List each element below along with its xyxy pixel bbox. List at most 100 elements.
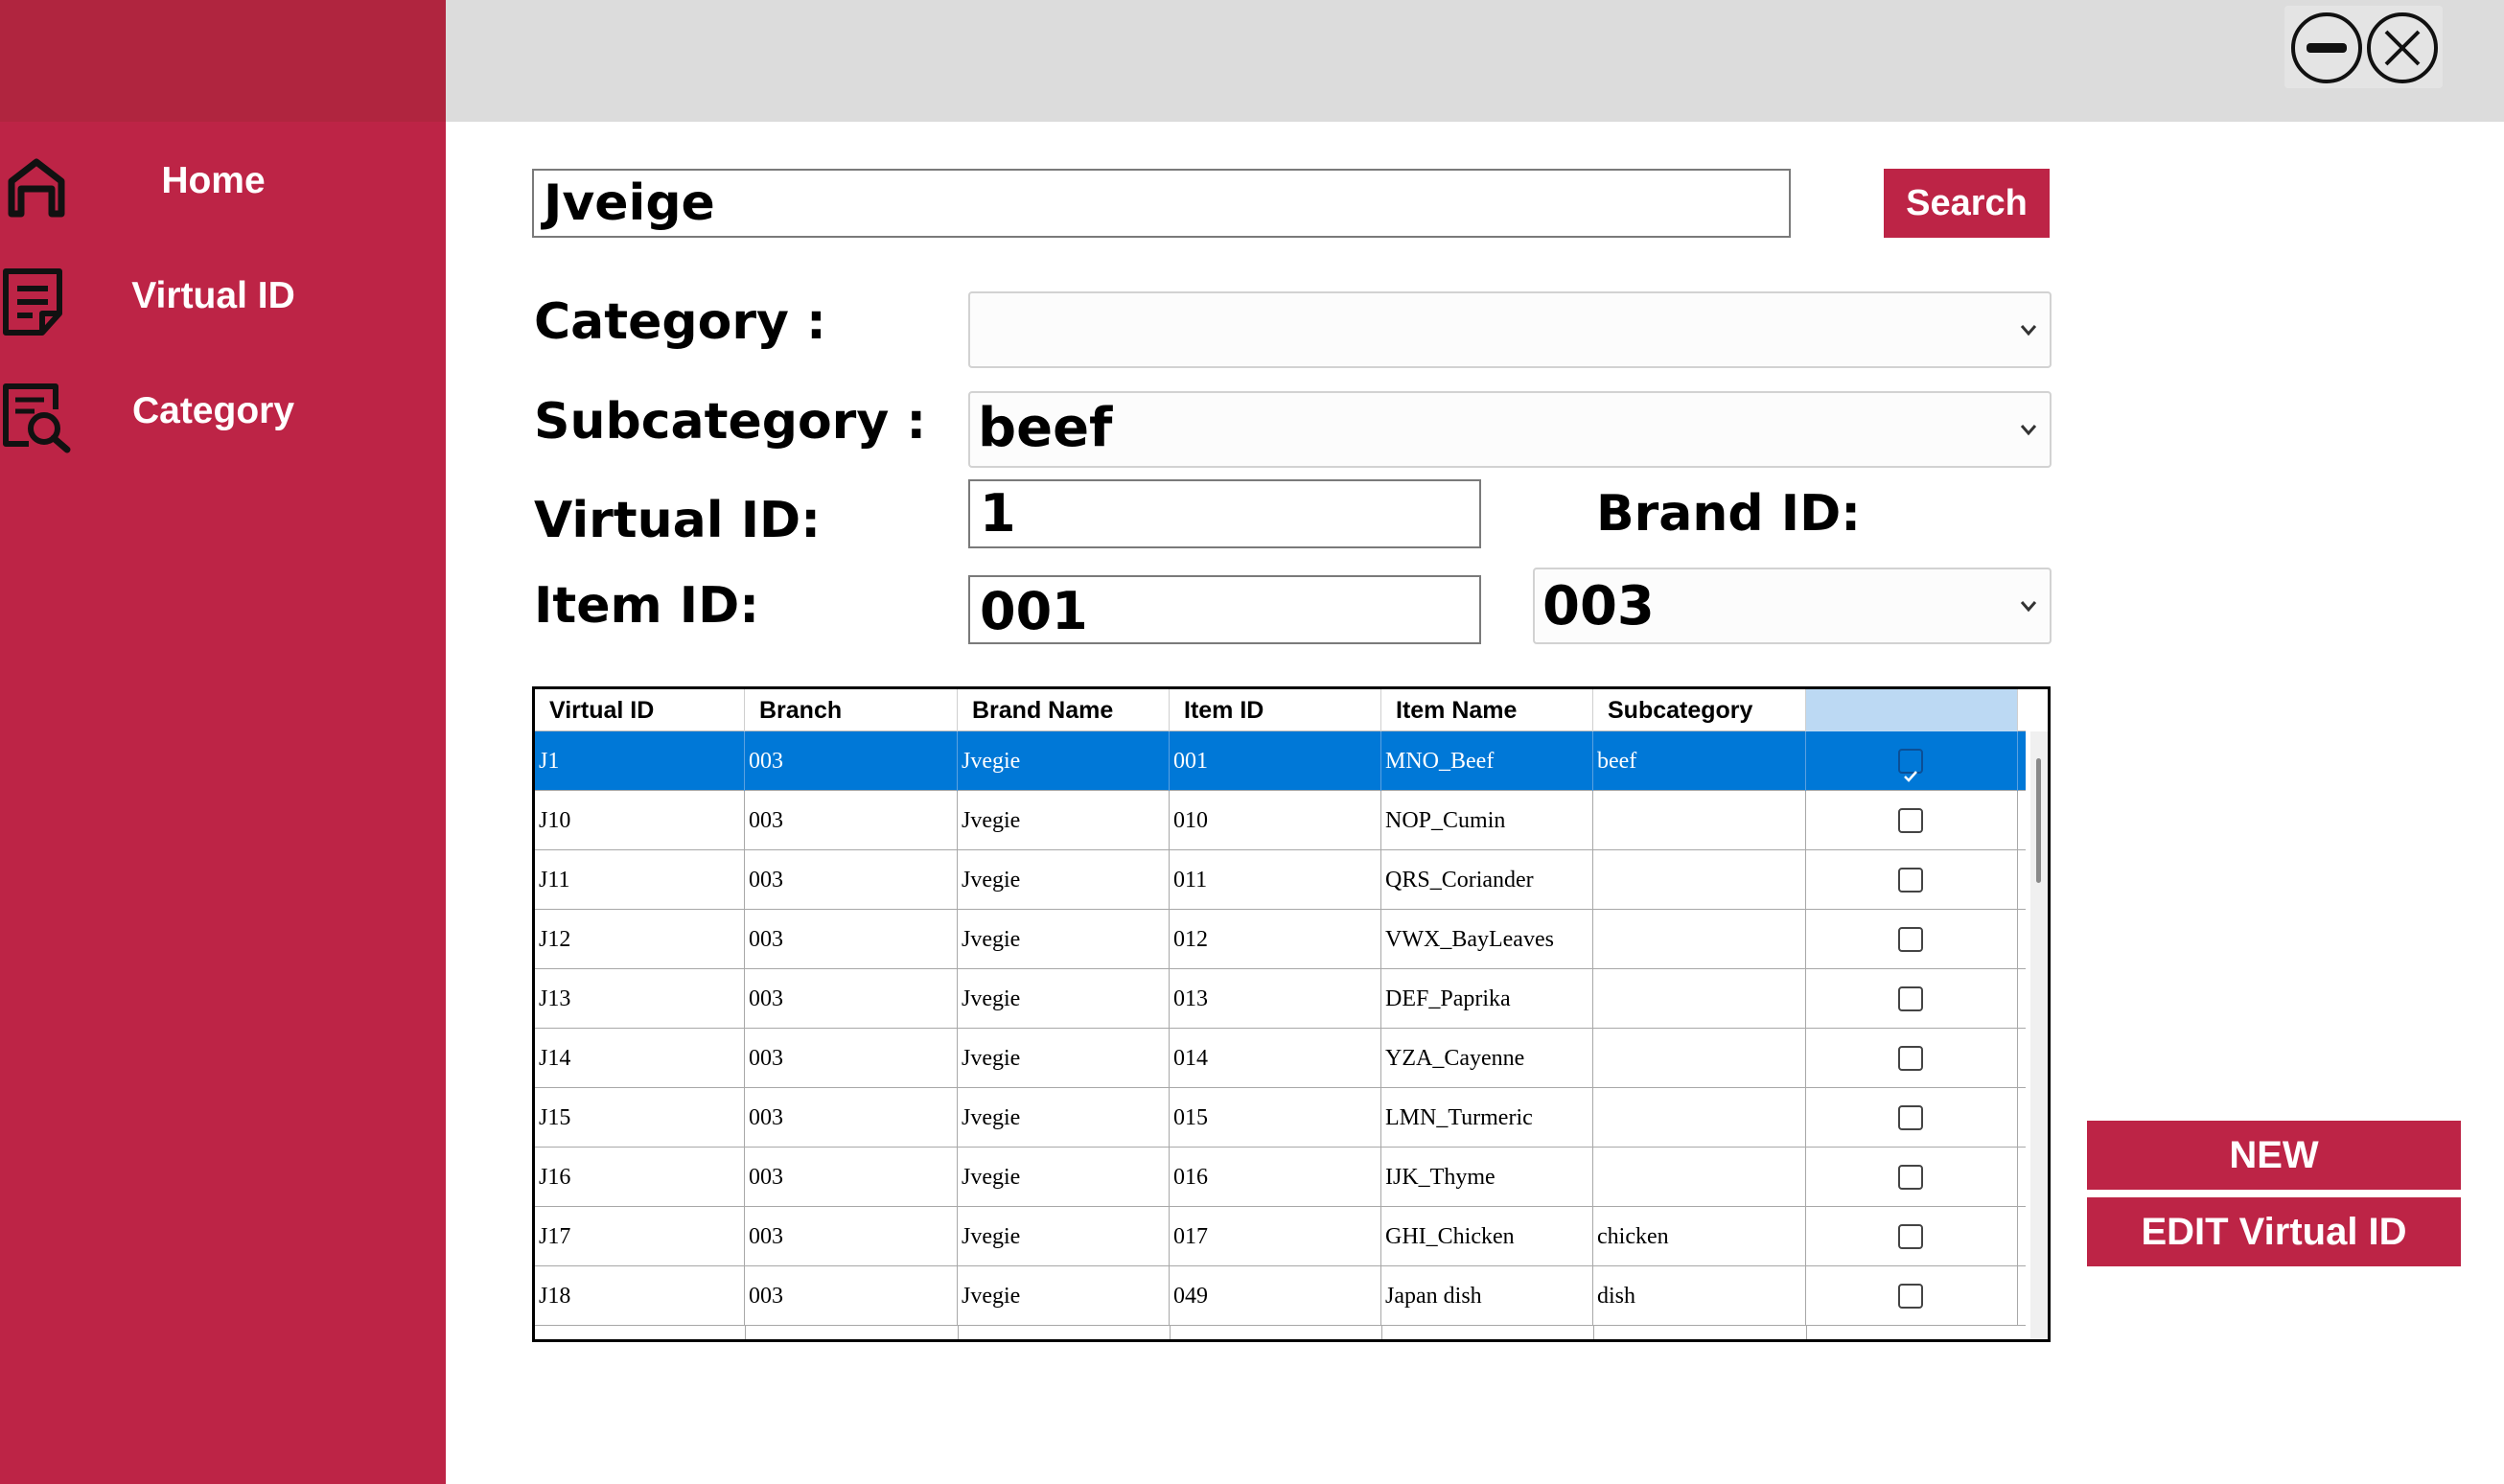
cell-item-name[interactable]: IJK_Thyme (1381, 1148, 1593, 1207)
cell-item-name[interactable]: VWX_BayLeaves (1381, 910, 1593, 969)
cell-branch[interactable]: 003 (745, 1088, 958, 1148)
column-header-select[interactable] (1806, 689, 2018, 731)
cell-item-id[interactable]: 010 (1170, 791, 1381, 850)
cell-brand-name[interactable]: Jvegie (958, 1029, 1170, 1088)
column-header-item-id[interactable]: Item ID (1170, 689, 1381, 731)
column-header-item-name[interactable]: Item Name (1381, 689, 1593, 731)
cell-subcategory[interactable] (1593, 1029, 1806, 1088)
cell-subcategory[interactable] (1593, 910, 1806, 969)
cell-subcategory[interactable] (1593, 969, 1806, 1029)
new-button[interactable]: NEW (2087, 1121, 2461, 1190)
table-scrollbar[interactable] (2030, 731, 2048, 1339)
cell-item-id[interactable]: 012 (1170, 910, 1381, 969)
table-row[interactable]: J15 003 Jvegie 015 LMN_Turmeric (535, 1088, 2026, 1148)
row-checkbox[interactable] (1898, 868, 1923, 893)
cell-subcategory[interactable] (1593, 1088, 1806, 1148)
cell-virtual-id[interactable]: J16 (535, 1148, 745, 1207)
cell-branch[interactable]: 003 (745, 1266, 958, 1326)
table-row[interactable]: J13 003 Jvegie 013 DEF_Paprika (535, 969, 2026, 1029)
cell-brand-name[interactable]: Jvegie (958, 1088, 1170, 1148)
table-row[interactable]: J16 003 Jvegie 016 IJK_Thyme (535, 1148, 2026, 1207)
minimize-circle-icon[interactable] (2289, 11, 2364, 85)
edit-virtual-id-button[interactable]: EDIT Virtual ID (2087, 1197, 2461, 1266)
sidebar-item-home[interactable]: Home (0, 133, 446, 229)
cell-item-id[interactable]: 015 (1170, 1088, 1381, 1148)
cell-item-id[interactable]: 014 (1170, 1029, 1381, 1088)
table-row[interactable]: J11 003 Jvegie 011 QRS_Coriander (535, 850, 2026, 910)
cell-subcategory[interactable] (1593, 791, 1806, 850)
cell-subcategory[interactable]: chicken (1593, 1207, 1806, 1266)
cell-subcategory[interactable]: beef (1593, 731, 1806, 791)
cell-item-id[interactable]: 011 (1170, 850, 1381, 910)
search-input[interactable]: Jveige (532, 169, 1791, 238)
cell-item-id[interactable]: 017 (1170, 1207, 1381, 1266)
cell-branch[interactable]: 003 (745, 1148, 958, 1207)
cell-brand-name[interactable]: Jvegie (958, 1148, 1170, 1207)
table-row[interactable]: J12 003 Jvegie 012 VWX_BayLeaves (535, 910, 2026, 969)
row-checkbox[interactable] (1898, 927, 1923, 952)
cell-virtual-id[interactable]: J12 (535, 910, 745, 969)
row-checkbox[interactable] (1898, 749, 1923, 782)
cell-branch[interactable]: 003 (745, 969, 958, 1029)
cell-virtual-id[interactable]: J13 (535, 969, 745, 1029)
cell-branch[interactable]: 003 (745, 1207, 958, 1266)
cell-brand-name[interactable]: Jvegie (958, 1266, 1170, 1326)
cell-branch[interactable]: 003 (745, 1029, 958, 1088)
cell-branch[interactable]: 003 (745, 791, 958, 850)
subcategory-dropdown[interactable]: beef (968, 391, 2052, 468)
row-checkbox[interactable] (1898, 1224, 1923, 1249)
cell-virtual-id[interactable]: J1 (535, 731, 745, 791)
cell-item-name[interactable]: DEF_Paprika (1381, 969, 1593, 1029)
cell-brand-name[interactable]: Jvegie (958, 969, 1170, 1029)
cell-virtual-id[interactable]: J18 (535, 1266, 745, 1326)
table-row[interactable]: J17 003 Jvegie 017 GHI_Chicken chicken (535, 1207, 2026, 1266)
row-checkbox[interactable] (1898, 1105, 1923, 1130)
cell-item-id[interactable]: 013 (1170, 969, 1381, 1029)
cell-virtual-id[interactable]: J15 (535, 1088, 745, 1148)
item-id-field[interactable]: 001 (968, 575, 1481, 644)
cell-item-name[interactable]: Japan dish (1381, 1266, 1593, 1326)
row-checkbox[interactable] (1898, 808, 1923, 833)
cell-item-name[interactable]: LMN_Turmeric (1381, 1088, 1593, 1148)
row-checkbox[interactable] (1898, 1046, 1923, 1071)
row-checkbox[interactable] (1898, 1165, 1923, 1190)
cell-subcategory[interactable] (1593, 1148, 1806, 1207)
table-row[interactable]: J1 003 Jvegie 001 MNO_Beef beef (535, 731, 2026, 791)
cell-virtual-id[interactable]: J10 (535, 791, 745, 850)
cell-item-name[interactable]: GHI_Chicken (1381, 1207, 1593, 1266)
cell-item-name[interactable]: NOP_Cumin (1381, 791, 1593, 850)
cell-item-id[interactable]: 001 (1170, 731, 1381, 791)
cell-virtual-id[interactable]: J14 (535, 1029, 745, 1088)
cell-branch[interactable]: 003 (745, 850, 958, 910)
cell-item-id[interactable]: 049 (1170, 1266, 1381, 1326)
column-header-virtual-id[interactable]: Virtual ID (535, 689, 745, 731)
cell-subcategory[interactable]: dish (1593, 1266, 1806, 1326)
table-row[interactable]: J10 003 Jvegie 010 NOP_Cumin (535, 791, 2026, 850)
search-button[interactable]: Search (1884, 169, 2050, 238)
cell-brand-name[interactable]: Jvegie (958, 1207, 1170, 1266)
table-row[interactable]: J18 003 Jvegie 049 Japan dish dish (535, 1266, 2026, 1326)
cell-subcategory[interactable] (1593, 850, 1806, 910)
table-row[interactable]: J14 003 Jvegie 014 YZA_Cayenne (535, 1029, 2026, 1088)
cell-branch[interactable]: 003 (745, 910, 958, 969)
cell-item-name[interactable]: QRS_Coriander (1381, 850, 1593, 910)
category-dropdown[interactable] (968, 291, 2052, 368)
column-header-subcategory[interactable]: Subcategory (1593, 689, 1806, 731)
brand-id-dropdown[interactable]: 003 (1533, 568, 2052, 644)
column-header-branch[interactable]: Branch (745, 689, 958, 731)
scrollbar-thumb[interactable] (2036, 758, 2041, 883)
cell-item-name[interactable]: YZA_Cayenne (1381, 1029, 1593, 1088)
cell-item-id[interactable]: 016 (1170, 1148, 1381, 1207)
cell-brand-name[interactable]: Jvegie (958, 850, 1170, 910)
table-row[interactable] (535, 1326, 2026, 1339)
cell-brand-name[interactable]: Jvegie (958, 731, 1170, 791)
sidebar-item-category[interactable]: Category (0, 363, 446, 459)
cell-virtual-id[interactable]: J17 (535, 1207, 745, 1266)
column-header-brand-name[interactable]: Brand Name (958, 689, 1170, 731)
cell-brand-name[interactable]: Jvegie (958, 910, 1170, 969)
close-circle-icon[interactable] (2365, 11, 2440, 85)
cell-branch[interactable]: 003 (745, 731, 958, 791)
cell-item-name[interactable]: MNO_Beef (1381, 731, 1593, 791)
row-checkbox[interactable] (1898, 986, 1923, 1011)
row-checkbox[interactable] (1898, 1284, 1923, 1309)
